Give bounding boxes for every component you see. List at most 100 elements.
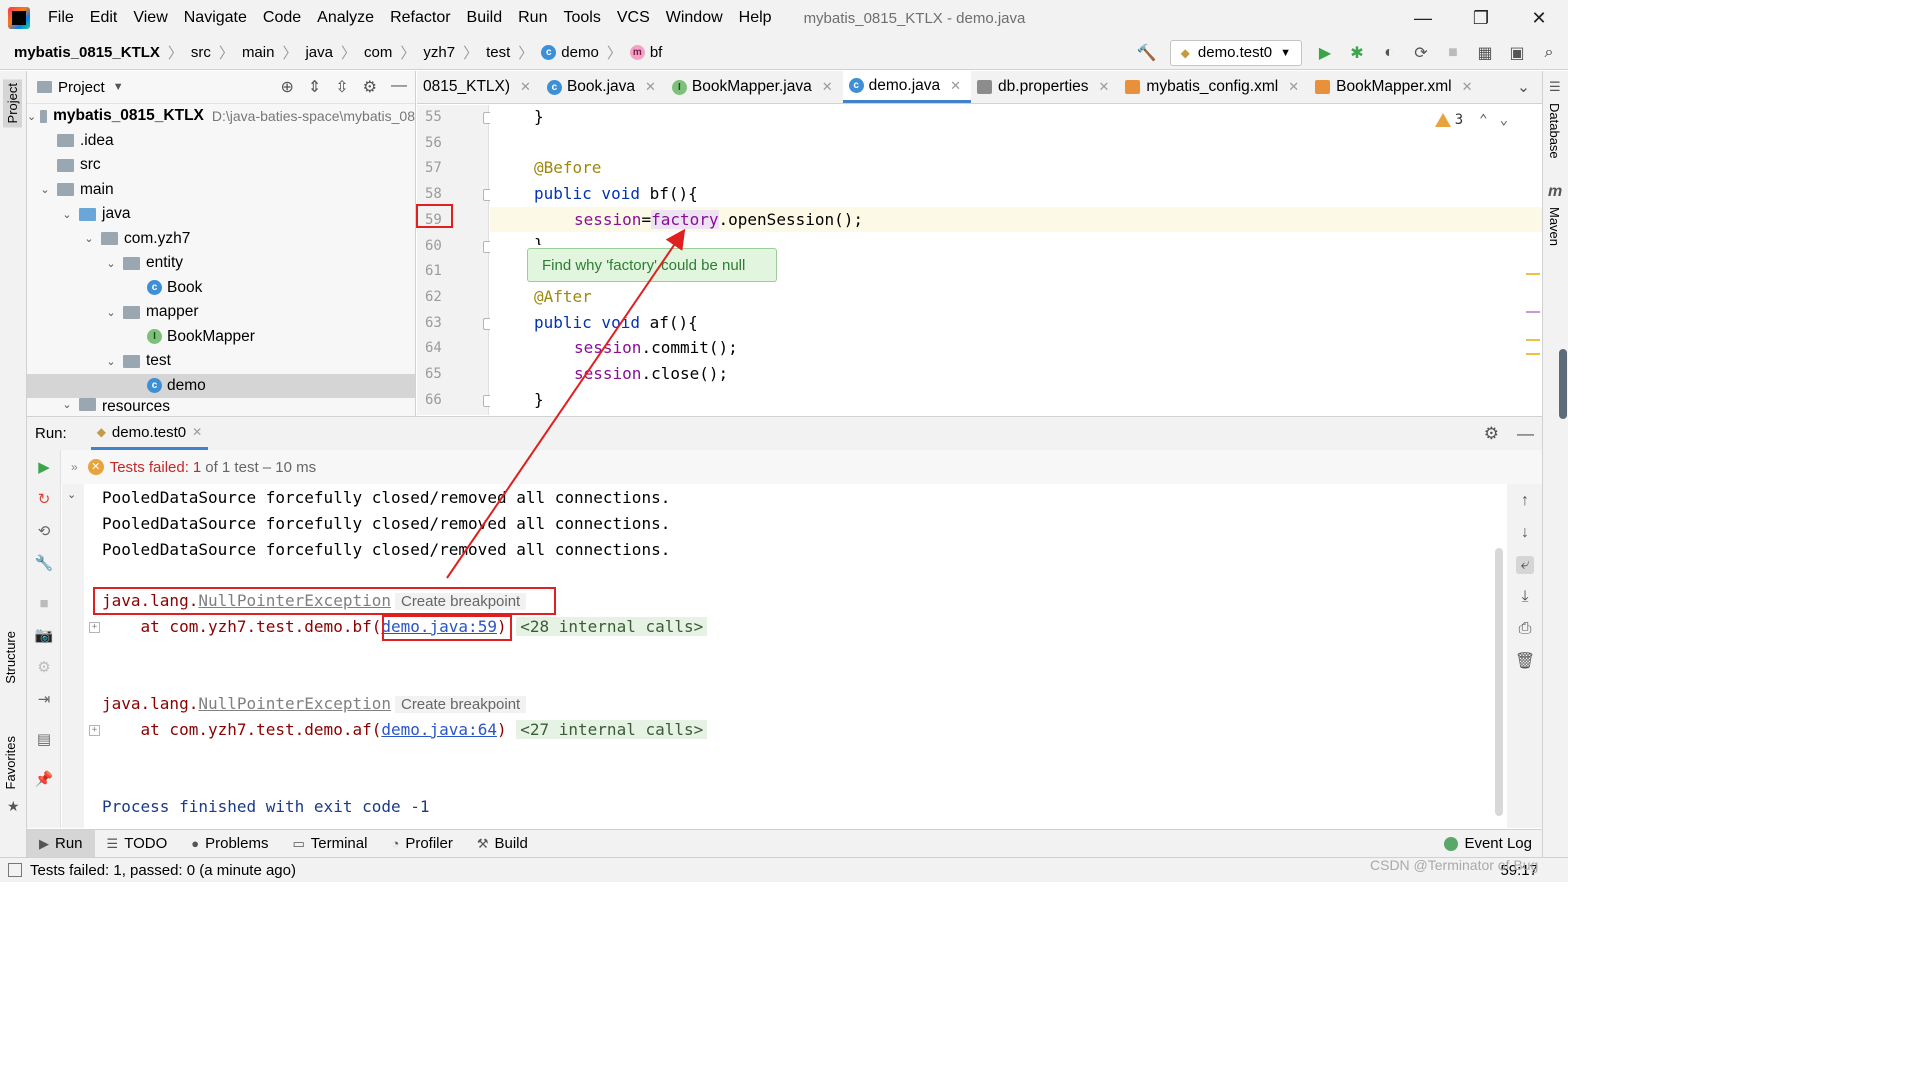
tree-item-test[interactable]: ⌄ test	[27, 349, 415, 374]
create-breakpoint-link[interactable]: Create breakpoint	[394, 696, 527, 713]
database-tool-tab[interactable]: Database	[1547, 103, 1562, 159]
tool-tab-run[interactable]: ▶ Run	[27, 830, 95, 857]
usage-marker[interactable]	[1526, 311, 1540, 313]
tool-tab-terminal[interactable]: ▭ Terminal	[280, 830, 379, 857]
console-output[interactable]: PooledDataSource forcefully closed/remov…	[86, 484, 1506, 828]
print-icon[interactable]: ⎙	[1516, 620, 1534, 638]
camera-icon[interactable]: 📷	[35, 626, 54, 644]
menu-help[interactable]: Help	[731, 9, 780, 27]
trash-icon[interactable]: 🗑	[1515, 652, 1535, 670]
tree-item-java[interactable]: ⌄ java	[27, 202, 415, 227]
search-icon[interactable]: ⌕	[1540, 44, 1558, 62]
tab-bookmapper-xml[interactable]: BookMapper.xml ✕	[1309, 71, 1482, 103]
close-icon[interactable]: ✕	[1288, 79, 1299, 95]
tree-item-demo[interactable]: c demo	[27, 373, 415, 398]
tree-item-project-root[interactable]: ⌄ mybatis_0815_KTLX D:\java-baties-space…	[27, 104, 415, 129]
tab-bookmapper-java[interactable]: I BookMapper.java ✕	[666, 71, 843, 103]
tool-tab-build[interactable]: ⚒ Build	[465, 830, 540, 857]
maven-tool-tab[interactable]: Maven	[1547, 207, 1562, 246]
menu-refactor[interactable]: Refactor	[382, 9, 458, 27]
menu-navigate[interactable]: Navigate	[176, 9, 255, 27]
expand-icon[interactable]: +	[89, 622, 100, 633]
menu-vcs[interactable]: VCS	[609, 9, 658, 27]
close-icon[interactable]: ✕	[1099, 79, 1110, 95]
exception-class-link[interactable]: NullPointerException	[198, 694, 391, 713]
close-window-button[interactable]: ✕	[1510, 8, 1568, 29]
file-link-demo-64[interactable]: demo.java:64	[381, 720, 497, 739]
soft-wrap-icon[interactable]: ⤶	[1516, 556, 1534, 574]
menu-window[interactable]: Window	[658, 9, 731, 27]
tab-db-properties[interactable]: db.properties ✕	[971, 71, 1119, 103]
structure-tool-tab[interactable]: Structure	[3, 631, 18, 684]
tree-item-main[interactable]: ⌄ main	[27, 178, 415, 203]
arrow-up-icon[interactable]: ↑	[1516, 492, 1534, 510]
run-tab-demo-test0[interactable]: ◆ demo.test0 ✕	[90, 417, 209, 450]
project-panel-title[interactable]: Project	[58, 79, 105, 96]
restore-button[interactable]: ❐	[1452, 8, 1510, 29]
debug-icon[interactable]: ✱	[1348, 44, 1366, 62]
scroll-to-end-icon[interactable]: ⤓	[1516, 588, 1534, 606]
warning-marker[interactable]	[1526, 339, 1540, 341]
tree-item-resources[interactable]: ⌄ resources	[27, 398, 415, 412]
warning-marker[interactable]	[1526, 273, 1540, 275]
run-with-coverage-icon[interactable]: ◐	[1380, 44, 1398, 62]
menu-code[interactable]: Code	[255, 9, 309, 27]
close-icon[interactable]: ✕	[822, 79, 833, 95]
breadcrumb-yzh7[interactable]: yzh7	[423, 44, 455, 61]
expand-icon[interactable]: +	[89, 725, 100, 736]
breadcrumb-main[interactable]: main	[242, 44, 275, 61]
build-hammer-icon[interactable]: 🔨	[1137, 44, 1157, 62]
tool-tab-problems[interactable]: ● Problems	[179, 830, 280, 857]
breadcrumb-class-demo[interactable]: demo	[561, 44, 599, 61]
chevron-down-icon[interactable]: ⌄	[67, 488, 76, 501]
project-tool-tab[interactable]: Project	[3, 79, 22, 128]
chevron-down-icon[interactable]: ▼	[113, 81, 124, 93]
minimize-button[interactable]: —	[1394, 8, 1452, 29]
layout-icon[interactable]: ▤	[35, 730, 53, 748]
internal-calls-folding[interactable]: <28 internal calls>	[516, 617, 708, 636]
locate-file-icon[interactable]: ⊕	[280, 77, 293, 97]
toggle-window-icon[interactable]: ▣	[1508, 44, 1526, 62]
tab-demo-java[interactable]: c demo.java ✕	[842, 71, 972, 103]
run-configuration-dropdown[interactable]: ◆ demo.test0 ▼	[1169, 39, 1302, 66]
tree-item-mapper[interactable]: ⌄ mapper	[27, 300, 415, 325]
clear-icon[interactable]: ⚙	[35, 658, 53, 676]
breadcrumb-com[interactable]: com	[364, 44, 392, 61]
stop-icon[interactable]: ■	[1444, 44, 1462, 62]
profile-icon[interactable]: ⟳	[1412, 44, 1430, 62]
close-icon[interactable]: ✕	[520, 79, 531, 95]
breadcrumb-java[interactable]: java	[305, 44, 333, 61]
tool-tab-todo[interactable]: ☰ TODO	[95, 830, 180, 857]
gear-icon[interactable]: ⚙	[1484, 424, 1499, 444]
menu-view[interactable]: View	[125, 9, 175, 27]
breadcrumb-test[interactable]: test	[486, 44, 510, 61]
rerun-failed-icon[interactable]: ↻	[35, 490, 53, 508]
hide-panel-icon[interactable]: —	[1517, 424, 1534, 444]
internal-calls-folding[interactable]: <27 internal calls>	[516, 720, 708, 739]
stop-icon[interactable]: ■	[35, 594, 53, 612]
console-scrollbar[interactable]	[1495, 548, 1503, 816]
menu-run[interactable]: Run	[510, 9, 555, 27]
chevron-down-icon[interactable]: ⌄	[1500, 112, 1508, 128]
favorites-tool-tab[interactable]: Favorites	[3, 736, 18, 789]
tab-book-java[interactable]: c Book.java ✕	[541, 71, 666, 103]
close-icon[interactable]: ✕	[950, 78, 961, 94]
arrow-down-icon[interactable]: ↓	[1516, 524, 1534, 542]
scrollbar-thumb[interactable]	[1559, 349, 1567, 419]
chevron-down-icon[interactable]: ⌄	[1505, 71, 1542, 103]
tree-item-idea[interactable]: .idea	[27, 129, 415, 154]
close-icon[interactable]: ✕	[645, 79, 656, 95]
pin-icon[interactable]: 📌	[35, 770, 54, 788]
inspection-widget[interactable]: 3 ⌃ ⌄	[1434, 112, 1508, 128]
breadcrumb-method-bf[interactable]: bf	[650, 44, 663, 61]
menu-tools[interactable]: Tools	[555, 9, 608, 27]
toggle-tool-windows-icon[interactable]	[8, 863, 22, 877]
status-message[interactable]: Tests failed: 1, passed: 0 (a minute ago…	[30, 862, 296, 879]
tree-item-bookmapper[interactable]: I BookMapper	[27, 325, 415, 350]
import-icon[interactable]: ⇥	[35, 690, 53, 708]
tree-item-book[interactable]: c Book	[27, 276, 415, 301]
close-icon[interactable]: ✕	[192, 425, 202, 439]
wrench-icon[interactable]: 🔧	[35, 554, 54, 572]
menu-analyze[interactable]: Analyze	[309, 9, 382, 27]
project-structure-icon[interactable]: ▦	[1476, 44, 1494, 62]
